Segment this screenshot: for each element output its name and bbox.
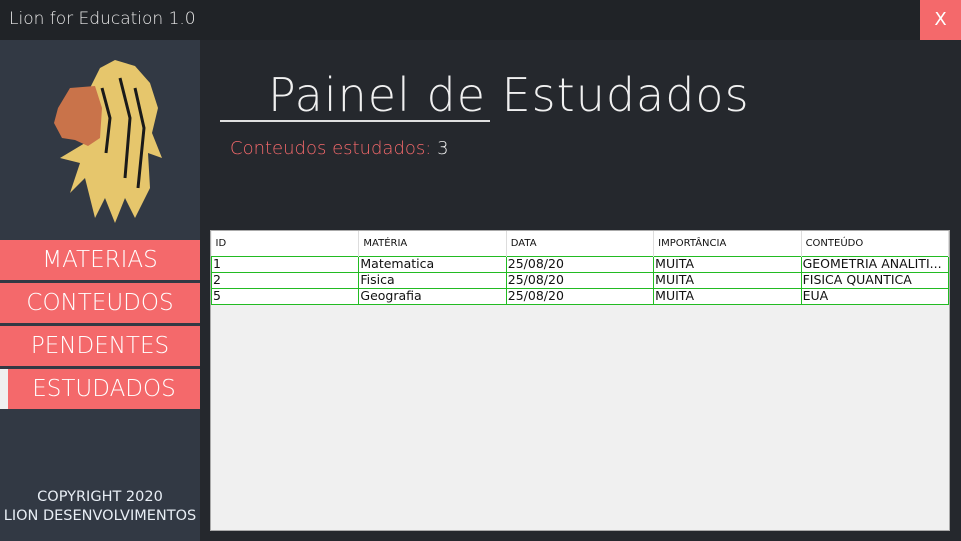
table-row[interactable]: 1 Matematica 25/08/20 MUITA GEOMETRIA ANALIT… (210, 255, 950, 273)
column-header-conteudo[interactable]: CONTEÚDO (801, 231, 950, 256)
company-name: LION DESENVOLVIMENTOS (3, 508, 197, 524)
table-cell[interactable]: MUITA (653, 255, 802, 273)
table-cell[interactable]: 25/08/20 (505, 255, 655, 273)
column-header-importancia[interactable]: IMPORTÂNCIA (653, 231, 802, 256)
table-cell[interactable]: 5 (210, 287, 360, 305)
table-cell[interactable]: 25/08/20 (505, 271, 655, 289)
page-title: Painel de Estudados (268, 68, 750, 122)
app-title: Lion for Education 1.0 (9, 9, 196, 29)
table-cell[interactable]: FISICA QUANTICA (800, 271, 950, 289)
count-label: Conteudos estudados: (230, 138, 432, 159)
nav-pendentes[interactable]: PENDENTES (0, 326, 200, 366)
nav-materias[interactable]: MATERIAS (0, 240, 200, 280)
table-row[interactable]: 5 Geografia 25/08/20 MUITA EUA (210, 287, 950, 305)
table-cell[interactable]: MUITA (653, 287, 802, 305)
table-cell[interactable]: GEOMETRIA ANALITI... (800, 255, 950, 273)
column-header-id[interactable]: ID (211, 231, 360, 256)
title-bar: Lion for Education 1.0 X (0, 0, 961, 40)
table-cell[interactable]: Matematica (358, 255, 507, 273)
column-header-data[interactable]: DATA (506, 231, 655, 256)
table-cell[interactable]: Geografia (358, 287, 507, 305)
title-underline (220, 120, 490, 122)
copyright-line: COPYRIGHT 2020 (37, 489, 163, 505)
table-cell[interactable]: 25/08/20 (505, 287, 655, 305)
nav-estudados[interactable]: ESTUDADOS (0, 369, 200, 409)
studied-table[interactable]: ID MATÉRIA DATA IMPORTÂNCIA CONTEÚDO 1 Ma… (210, 230, 950, 531)
close-button[interactable]: X (920, 0, 961, 40)
column-header-materia[interactable]: MATÉRIA (358, 231, 507, 256)
sidebar: MATERIAS CONTEUDOS PENDENTES ESTUDADOS C… (0, 40, 200, 541)
table-cell[interactable]: MUITA (653, 271, 802, 289)
table-cell[interactable]: 1 (210, 255, 360, 273)
copyright: COPYRIGHT 2020 LION DESENVOLVIMENTOS (0, 488, 200, 526)
table-cell[interactable]: EUA (800, 287, 950, 305)
table-row[interactable]: 2 Fisica 25/08/20 MUITA FISICA QUANTICA (210, 271, 950, 289)
table-cell[interactable]: Fisica (358, 271, 507, 289)
nav-conteudos[interactable]: CONTEUDOS (0, 283, 200, 323)
count-value: 3 (437, 138, 449, 159)
table-cell[interactable]: 2 (210, 271, 360, 289)
studied-count: Conteudos estudados: 3 (230, 138, 449, 159)
lion-logo-icon (54, 60, 162, 223)
